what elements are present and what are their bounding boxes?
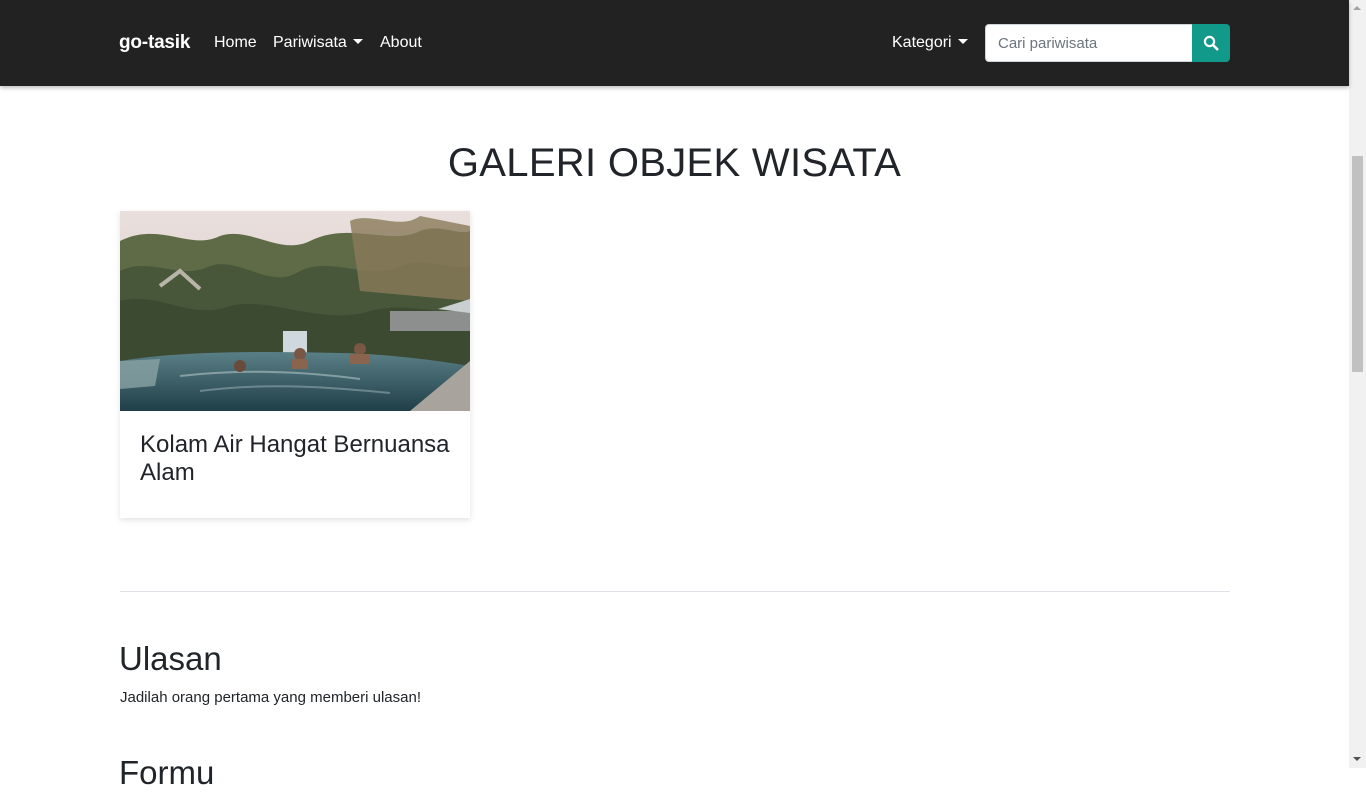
caret-down-icon bbox=[957, 39, 968, 44]
kategori-label: Kategori bbox=[892, 34, 952, 51]
top-navbar: go-tasik Home Pariwisata About Kategori bbox=[0, 0, 1349, 86]
gallery-title: GALERI OBJEK WISATA bbox=[447, 141, 902, 185]
scroll-thumb[interactable] bbox=[1352, 156, 1363, 372]
kategori-dropdown[interactable]: Kategori bbox=[892, 32, 968, 53]
brand-link[interactable]: go-tasik bbox=[119, 31, 190, 55]
page-scrollbar[interactable] bbox=[1349, 0, 1366, 768]
nav-pariwisata-dropdown[interactable]: Pariwisata bbox=[273, 32, 363, 53]
gallery-card[interactable]: Kolam Air Hangat Bernuansa Alam bbox=[120, 211, 470, 518]
nav-home[interactable]: Home bbox=[214, 32, 257, 53]
reviews-title: Ulasan bbox=[119, 640, 222, 677]
reviews-empty-text: Jadilah orang pertama yang memberi ulasa… bbox=[120, 689, 422, 706]
card-image[interactable] bbox=[120, 211, 470, 411]
hot-spring-photo bbox=[120, 211, 470, 411]
section-divider bbox=[120, 591, 1230, 592]
review-form-heading: Formu bbox=[119, 754, 215, 791]
search-icon bbox=[1203, 35, 1219, 51]
scroll-up-arrow-icon[interactable] bbox=[1353, 6, 1361, 10]
search-input[interactable] bbox=[985, 24, 1192, 62]
nav-pariwisata-label: Pariwisata bbox=[273, 34, 347, 51]
nav-about[interactable]: About bbox=[380, 32, 422, 53]
scroll-down-arrow-icon[interactable] bbox=[1353, 757, 1361, 761]
search-button[interactable] bbox=[1192, 24, 1230, 62]
caret-down-icon bbox=[352, 39, 363, 44]
card-title[interactable]: Kolam Air Hangat Bernuansa Alam bbox=[140, 431, 460, 487]
